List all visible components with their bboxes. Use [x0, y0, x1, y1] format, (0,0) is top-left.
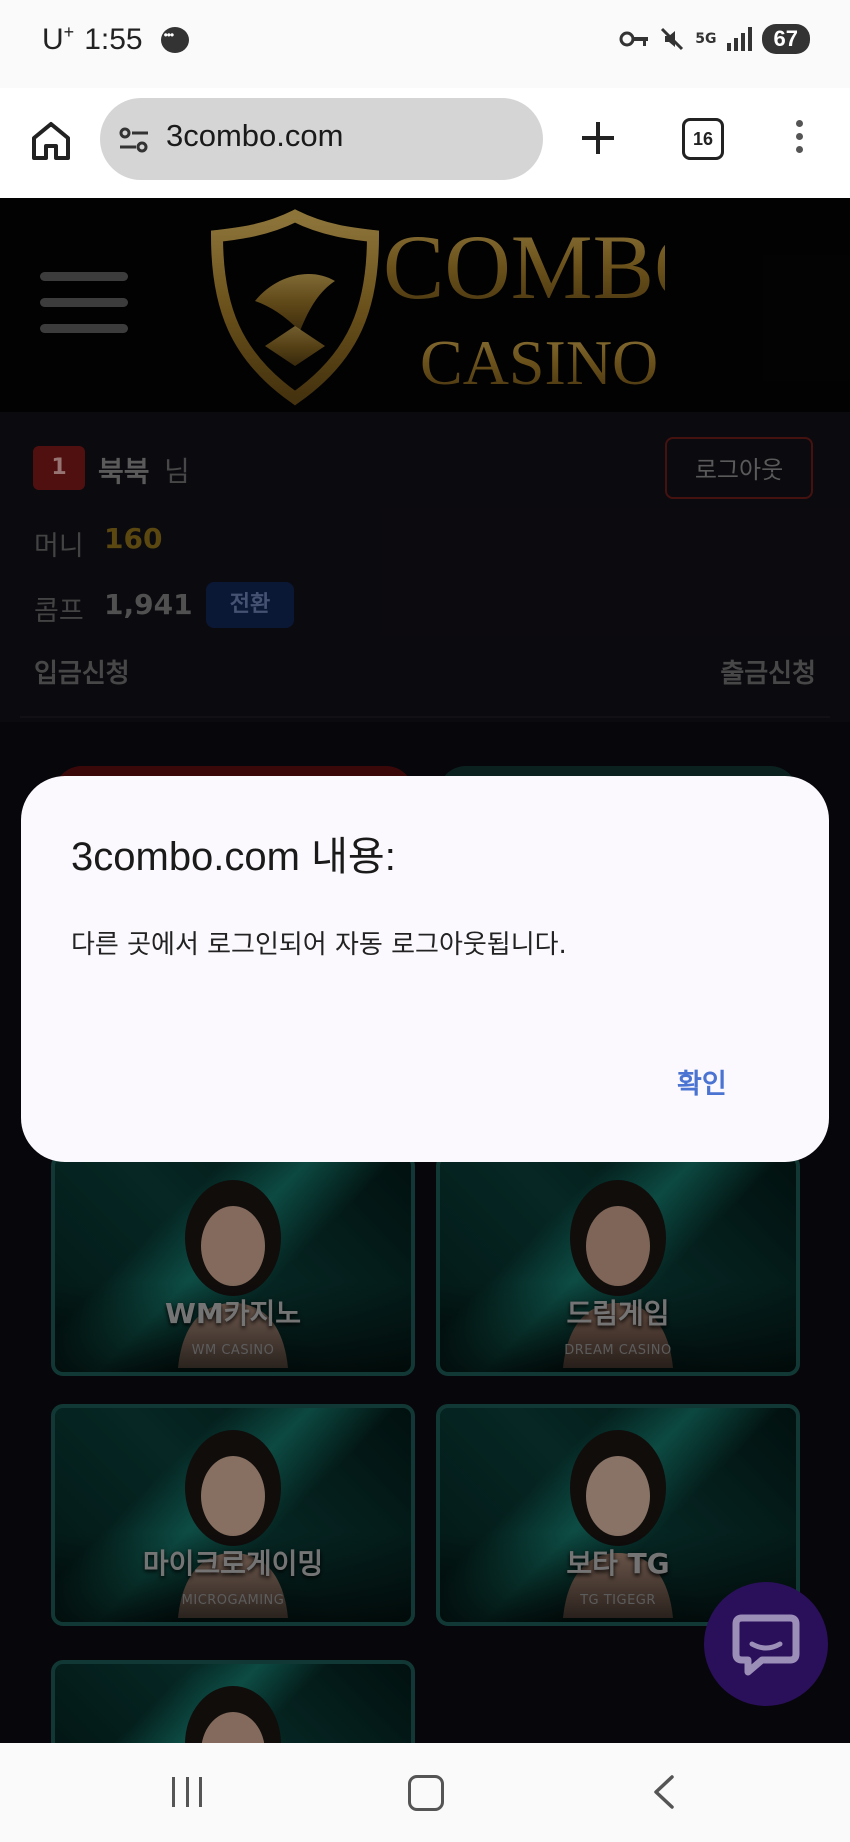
battery-indicator: 67: [761, 24, 810, 54]
back-icon[interactable]: [650, 1773, 678, 1811]
vpn-key-icon: [619, 31, 649, 47]
alert-dialog: 3combo.com 내용: 다른 곳에서 로그인되어 자동 로그아웃됩니다. …: [21, 776, 829, 1162]
recent-apps-icon[interactable]: [172, 1777, 202, 1807]
status-bar: U+ 1:55 5G 67: [0, 0, 850, 88]
network-type: 5G: [695, 31, 717, 47]
site-settings-icon[interactable]: [118, 126, 150, 154]
carrier-label: U+: [42, 22, 75, 56]
dialog-message: 다른 곳에서 로그인되어 자동 로그아웃됩니다.: [71, 930, 567, 960]
new-tab-icon[interactable]: [578, 118, 618, 158]
dialog-ok-button[interactable]: 확인: [677, 1062, 727, 1101]
clock: 1:55: [84, 22, 143, 56]
mute-icon: [661, 27, 684, 51]
dialog-title: 3combo.com 내용:: [71, 835, 396, 879]
browser-toolbar: 3combo.com 16: [0, 88, 850, 199]
address-bar[interactable]: 3combo.com: [100, 98, 543, 180]
home-icon[interactable]: [28, 118, 74, 164]
home-nav-icon[interactable]: [408, 1775, 444, 1811]
chat-icon: [732, 1614, 800, 1676]
more-options-icon[interactable]: [796, 120, 804, 159]
tab-switcher-button[interactable]: 16: [682, 118, 724, 160]
system-navigation-bar: [0, 1743, 850, 1842]
signal-icon: [726, 27, 752, 51]
message-notification-icon: [160, 26, 189, 53]
url-text[interactable]: 3combo.com: [166, 118, 343, 154]
live-chat-button[interactable]: [704, 1582, 828, 1706]
